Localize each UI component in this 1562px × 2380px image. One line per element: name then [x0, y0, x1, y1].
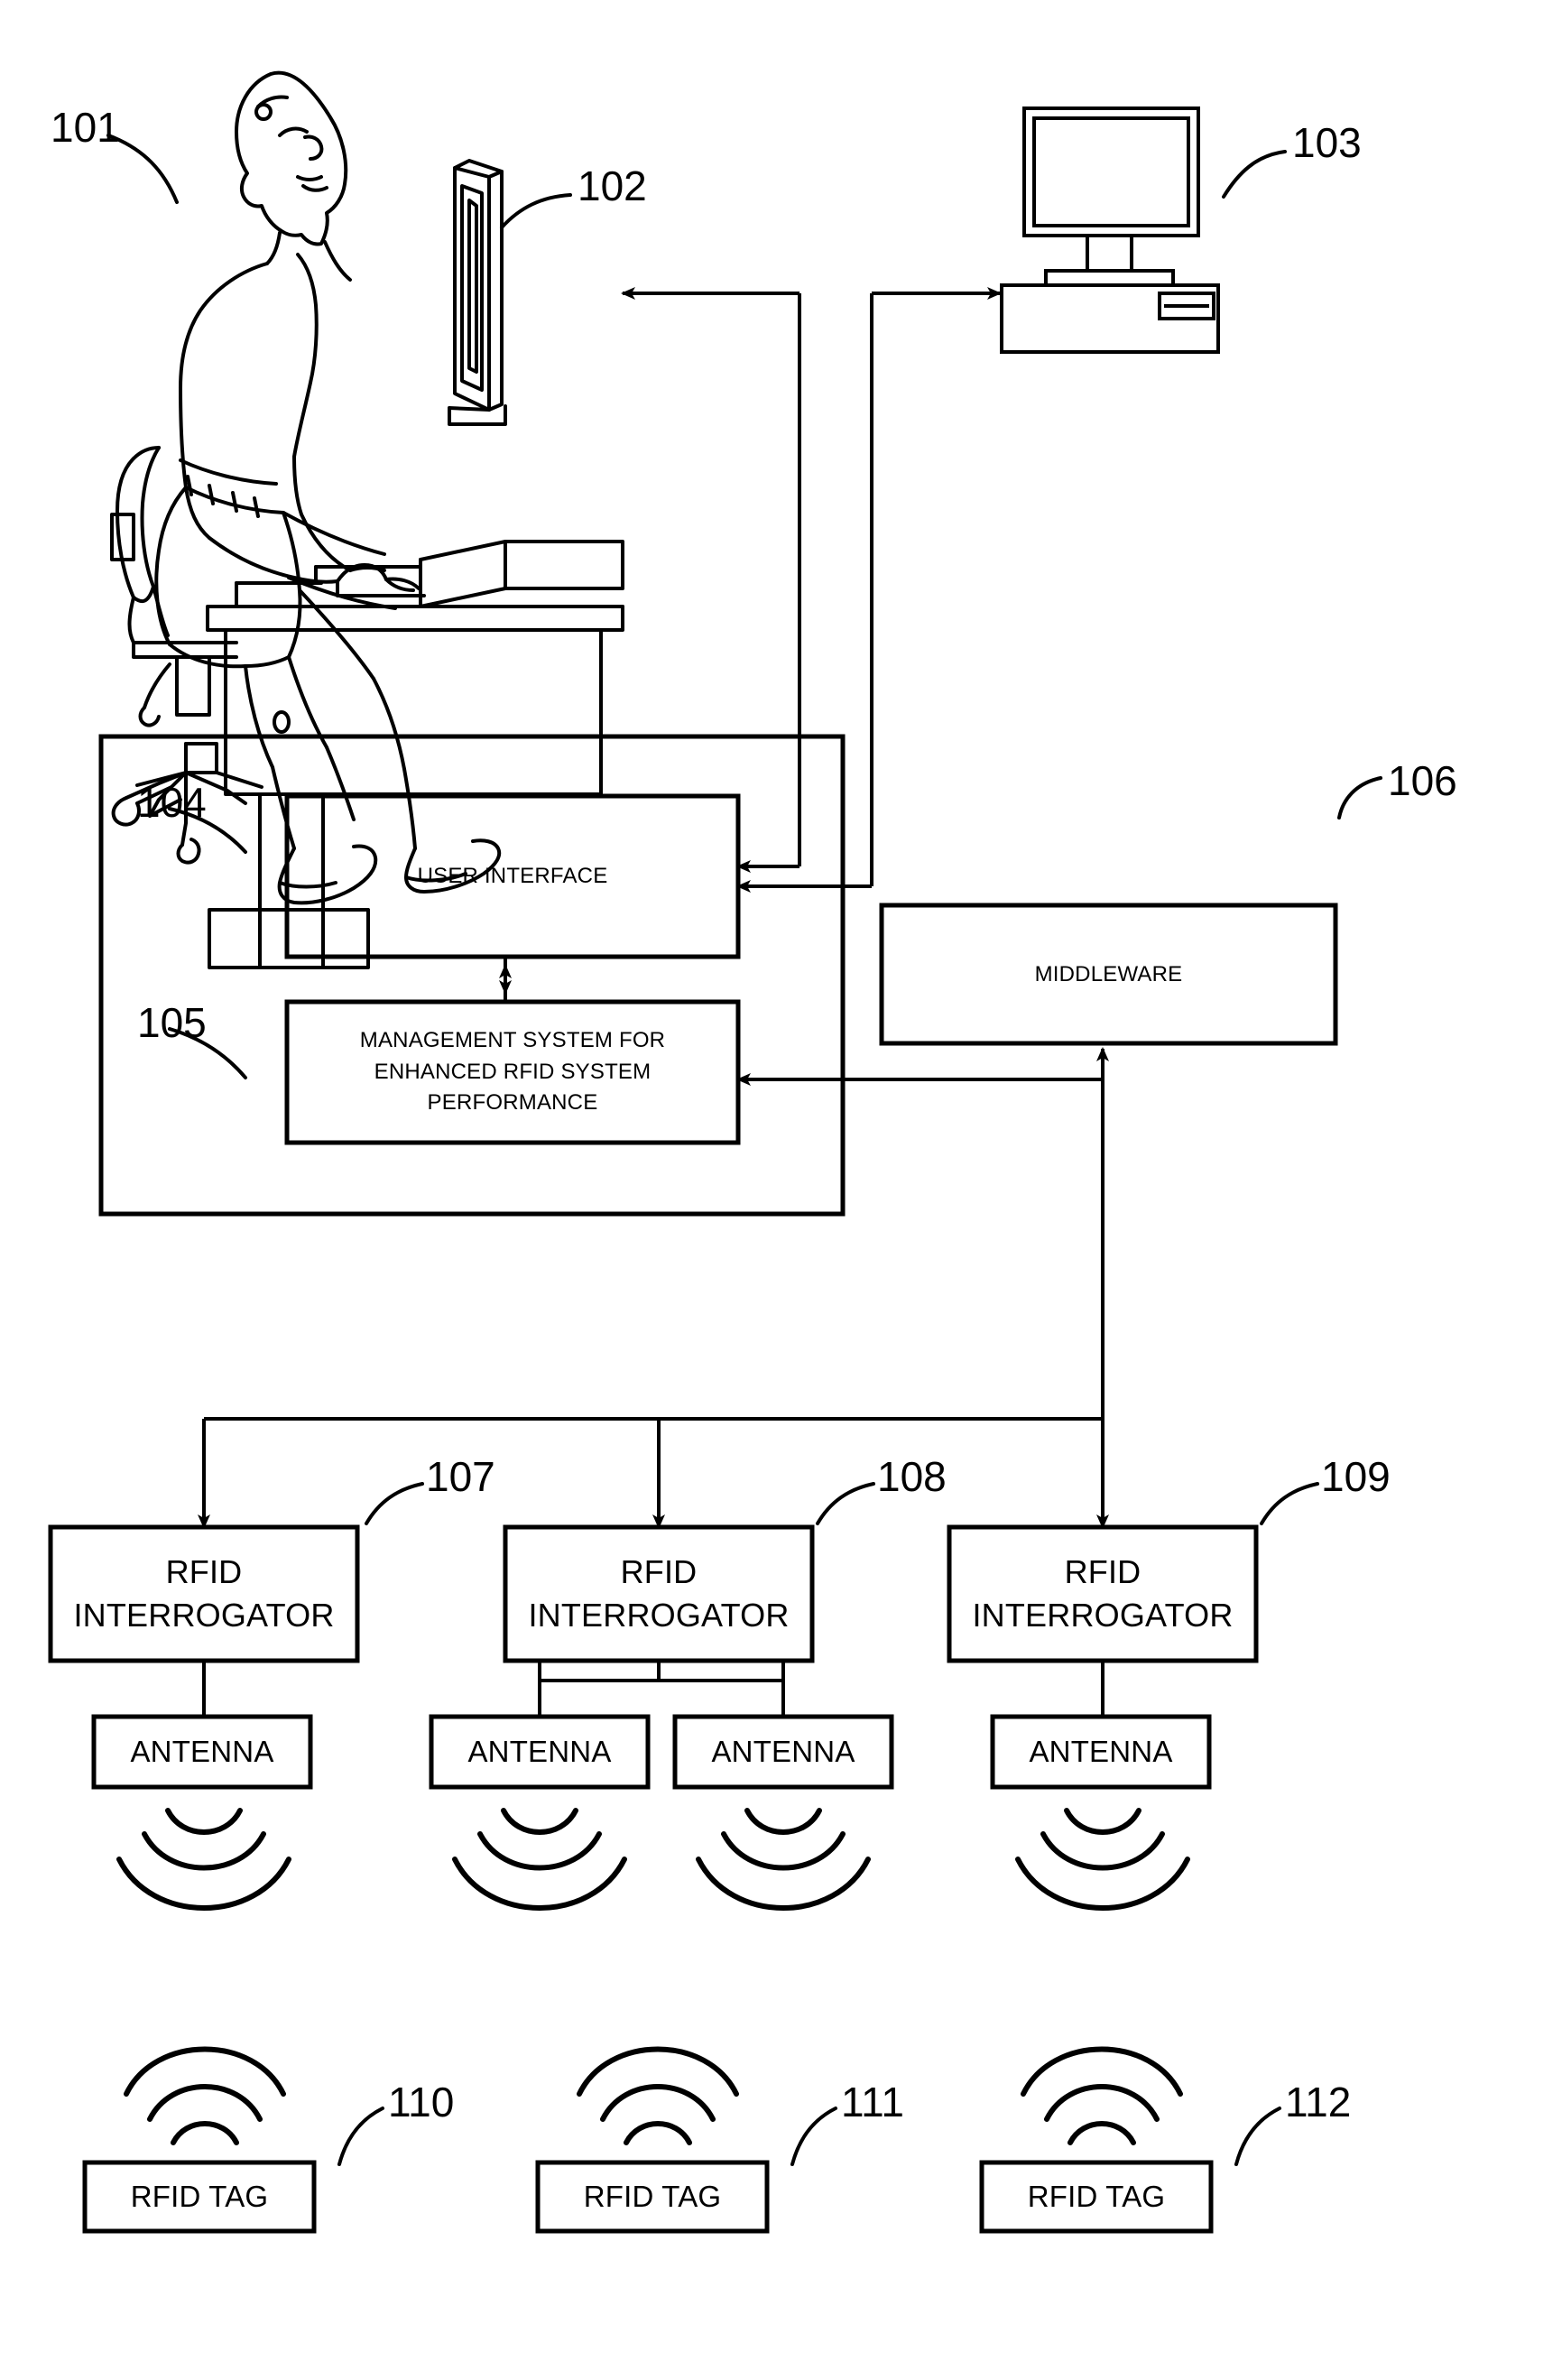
antenna-drop-lines	[202, 1661, 1104, 1717]
reference-numeral-112: 112	[1285, 2079, 1352, 2125]
middleware-block-rect	[879, 903, 1338, 1046]
desktop-computer-illustration	[1000, 106, 1220, 354]
reference-numeral-104: 104	[137, 779, 207, 826]
rfid-interrogator-2-rect	[503, 1524, 815, 1663]
reference-numeral-101: 101	[51, 104, 120, 151]
rfid-tag-3-rect	[979, 2160, 1214, 2234]
reference-numeral-109: 109	[1321, 1453, 1391, 1500]
reference-numeral-110: 110	[388, 2079, 455, 2125]
reference-numeral-108: 108	[877, 1453, 947, 1500]
reference-numeral-111: 111	[841, 2079, 904, 2125]
rfid-tag-2-rect	[535, 2160, 770, 2234]
antenna-emission-waves	[116, 1808, 1190, 1911]
rfid-interrogator-3-rect	[947, 1524, 1259, 1663]
patent-figure: USER INTERFACE MANAGEMENT SYSTEM FOR ENH…	[0, 0, 1562, 2380]
reference-numeral-107: 107	[426, 1453, 495, 1500]
reference-numeral-106: 106	[1388, 757, 1457, 804]
block-outlines	[48, 734, 1338, 2234]
antenna-1-rect	[91, 1714, 313, 1790]
reference-numeral-105: 105	[137, 999, 207, 1046]
figure-drawing	[48, 70, 1382, 2234]
antenna-3-rect	[672, 1714, 894, 1790]
antenna-4-rect	[990, 1714, 1212, 1790]
rfid-tag-1-rect	[82, 2160, 317, 2234]
management-system-block-rect	[284, 999, 741, 1145]
antenna-2-rect	[429, 1714, 651, 1790]
tag-emission-waves	[124, 2046, 1183, 2145]
seated-user-illustration	[110, 70, 624, 969]
reference-numeral-103: 103	[1292, 119, 1362, 166]
rfid-interrogator-1-rect	[48, 1524, 360, 1663]
reference-numeral-102: 102	[578, 162, 647, 209]
